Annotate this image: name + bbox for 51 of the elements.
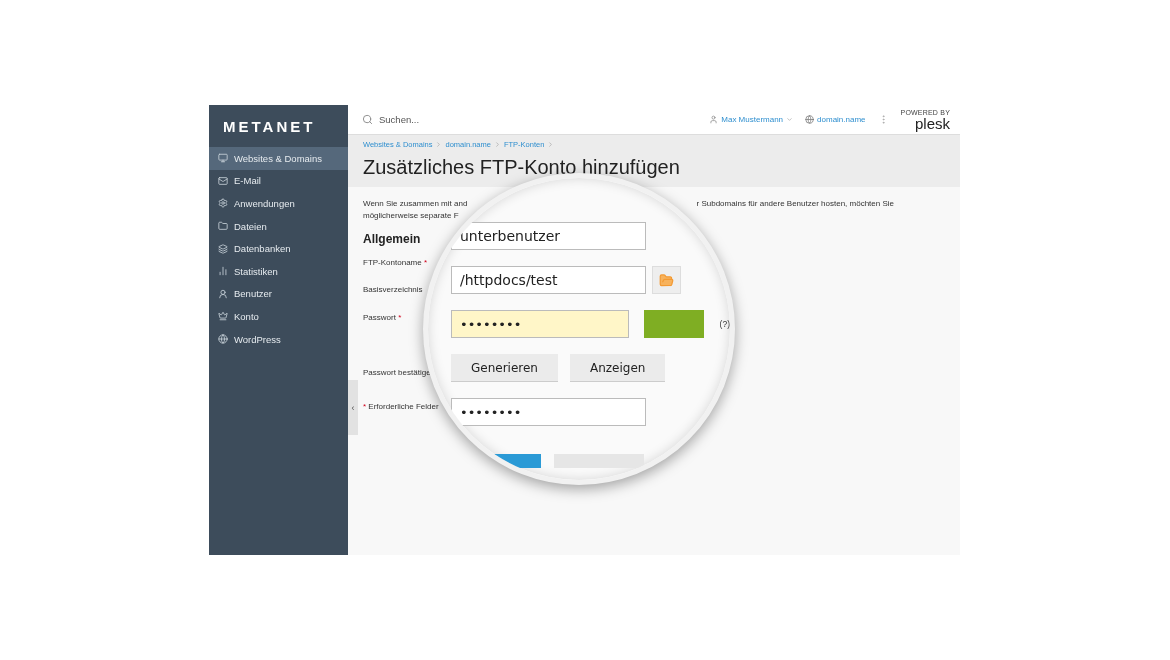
folder-icon — [218, 221, 228, 232]
username-field[interactable]: unterbenutzer — [451, 222, 646, 250]
search-field[interactable]: Suchen... — [377, 113, 531, 126]
user-icon — [218, 288, 228, 299]
directory-field[interactable]: /httpdocs/test — [451, 266, 646, 294]
bar-chart-icon — [218, 266, 228, 277]
wordpress-icon — [218, 334, 228, 345]
sidebar-item[interactable]: Websites & Domains — [209, 147, 348, 170]
sidebar-item[interactable]: Datenbanken — [209, 237, 348, 260]
search-icon — [362, 114, 373, 125]
generate-button[interactable]: Generieren — [451, 354, 558, 382]
collapse-tab[interactable]: ‹ — [348, 380, 358, 435]
caret-icon — [786, 116, 794, 123]
required-note: * Erforderliche Felder — [363, 402, 439, 411]
monitor-icon — [218, 153, 228, 164]
user-icon — [709, 115, 719, 124]
sidebar-item[interactable]: Konto — [209, 305, 348, 328]
globe-icon — [805, 115, 815, 124]
sidebar-item[interactable]: Benutzer — [209, 282, 348, 306]
folder-icon — [659, 272, 674, 288]
chevron-icon — [493, 141, 501, 148]
page-title: Zusätzliches FTP-Konto hinzufügen — [363, 156, 681, 179]
section-heading: Allgemein — [363, 232, 421, 246]
field-label: Basisverzeichnis — [363, 285, 423, 294]
field-label: Passwort bestätige — [363, 368, 431, 377]
layers-icon — [218, 243, 228, 254]
chevron-icon — [547, 141, 555, 148]
plesk-logo: plesk — [914, 115, 950, 131]
field-label: FTP-Kontoname * — [363, 258, 428, 267]
sidebar-item[interactable]: Statistiken — [209, 259, 348, 283]
help-link[interactable]: (?) — [719, 319, 730, 329]
gear-icon — [218, 198, 228, 209]
intro-text: möglicherweise separate F — [363, 210, 459, 222]
sidebar-item[interactable]: E-Mail — [209, 169, 348, 193]
sidebar-item[interactable]: Dateien — [209, 214, 348, 238]
sidebar-item[interactable]: Anwendungen — [209, 192, 348, 215]
intro-text: r Subdomains für andere Benutzer hosten, möchten Sie — [696, 198, 894, 210]
confirm-password-field[interactable]: •••••••• — [451, 398, 646, 426]
strength-meter — [643, 310, 704, 338]
intro-text: Wenn Sie zusammen mit and — [363, 198, 468, 210]
password-field[interactable]: •••••••• — [451, 310, 629, 338]
field-label: Passwort * — [363, 313, 402, 322]
crown-icon — [218, 311, 228, 322]
metanet-logo: METANET — [222, 116, 317, 137]
domain-link[interactable]: domain.name — [805, 115, 866, 124]
browse-button[interactable] — [652, 266, 681, 294]
chevron-icon — [435, 141, 443, 148]
sidebar-item[interactable]: WordPress — [209, 327, 348, 351]
user-menu[interactable]: Max Mustermann — [709, 115, 794, 124]
envelope-icon — [218, 175, 228, 186]
show-button[interactable]: Anzeigen — [570, 354, 666, 382]
